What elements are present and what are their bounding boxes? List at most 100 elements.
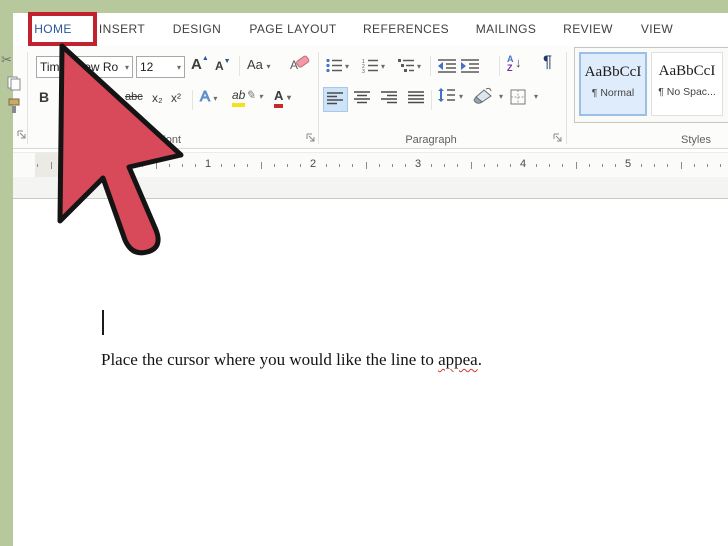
misspelled-word: appea xyxy=(438,350,478,369)
clipboard-dialog-launcher-icon[interactable] xyxy=(17,130,26,139)
chevron-down-icon[interactable]: ▾ xyxy=(417,62,421,71)
text-highlight-button[interactable]: ab✎ ▾ xyxy=(232,88,263,107)
chevron-down-icon[interactable]: ▾ xyxy=(177,63,181,72)
borders-icon[interactable] xyxy=(510,89,526,105)
divider xyxy=(430,56,431,76)
document-text[interactable]: Place the cursor where you would like th… xyxy=(101,350,482,370)
ruler-tick xyxy=(457,164,459,167)
ruler-tick xyxy=(431,164,433,167)
ruler-ticks: 1 2 3 4 5 xyxy=(13,153,728,177)
numbered-list-icon[interactable]: 123 xyxy=(362,58,379,73)
tab-view[interactable]: VIEW xyxy=(641,22,673,36)
ruler-tick xyxy=(76,164,78,167)
multilevel-list-icon[interactable] xyxy=(398,58,415,73)
ruler-tick xyxy=(549,164,551,167)
ruler-tick xyxy=(706,164,708,167)
pilcrow-button[interactable]: ¶ xyxy=(543,52,552,72)
shading-bucket-icon[interactable] xyxy=(472,87,496,105)
style-name-label: ¶ No Spac... xyxy=(658,86,716,98)
superscript-button[interactable]: x² xyxy=(171,91,181,105)
horizontal-ruler[interactable]: 1 2 3 4 5 xyxy=(13,152,728,178)
ruler-inch-number: 4 xyxy=(519,158,527,170)
ribbon-tab-bar: HOME INSERT DESIGN PAGE LAYOUT REFERENCE… xyxy=(13,13,728,47)
ruler-tick xyxy=(37,164,39,167)
ruler-tick xyxy=(234,164,236,167)
style-normal[interactable]: AaBbCcI ¶ Normal xyxy=(579,52,647,116)
format-painter-icon[interactable] xyxy=(7,98,21,114)
ruler-tick xyxy=(693,164,695,167)
ruler-tick xyxy=(667,164,669,167)
document-page[interactable] xyxy=(13,199,728,546)
chevron-down-icon[interactable]: ▾ xyxy=(499,92,503,101)
styles-group-label: Styles xyxy=(681,134,711,146)
shrink-font-button[interactable]: A▼ xyxy=(215,58,231,73)
ruler-tick xyxy=(365,162,367,169)
subscript-button[interactable]: x₂ xyxy=(152,91,163,105)
sort-button[interactable]: A Z ↓ xyxy=(507,54,529,76)
ruler-tick xyxy=(404,164,406,167)
style-name-label: ¶ Normal xyxy=(591,87,635,99)
bullet-list-icon[interactable] xyxy=(326,58,343,73)
ruler-tick xyxy=(116,164,118,167)
decrease-indent-icon[interactable] xyxy=(438,58,456,73)
document-gap-band xyxy=(13,177,728,199)
font-group-label: Font xyxy=(158,134,182,146)
ruler-tick xyxy=(496,164,498,167)
font-color-button[interactable]: A ▾ xyxy=(274,88,291,108)
tab-mailings[interactable]: MAILINGS xyxy=(476,22,537,36)
tab-references[interactable]: REFERENCES xyxy=(363,22,449,36)
ruler-tick xyxy=(103,162,104,169)
ruler-tick xyxy=(247,164,249,167)
ruler-tick xyxy=(168,164,170,167)
font-size-value: 12 xyxy=(140,60,154,74)
ruler-tick xyxy=(654,164,656,167)
chevron-down-icon[interactable]: ▾ xyxy=(345,62,349,71)
clear-formatting-icon[interactable]: A xyxy=(289,54,311,74)
ribbon: ✂ Times New Ro ▾ 12 ▾ A▲ A▼ Aa ▾ A B abc xyxy=(1,46,728,149)
divider xyxy=(431,90,432,110)
ruler-tick xyxy=(641,164,643,167)
align-right-icon[interactable] xyxy=(381,91,397,105)
cut-icon[interactable]: ✂ xyxy=(1,52,25,68)
ruler-tick xyxy=(89,164,91,167)
ruler-tick xyxy=(181,164,183,167)
group-divider xyxy=(27,52,28,144)
grow-font-button[interactable]: A▲ xyxy=(191,55,209,73)
change-case-button[interactable]: Aa ▾ xyxy=(247,57,271,72)
ruler-inch-number: 5 xyxy=(624,158,632,170)
chevron-down-icon[interactable]: ▾ xyxy=(459,92,463,101)
tab-review[interactable]: REVIEW xyxy=(563,22,613,36)
group-divider xyxy=(318,52,319,144)
document-text-before: Place the cursor where you would like th… xyxy=(101,350,439,369)
ruler-tick xyxy=(299,164,301,167)
ruler-tick xyxy=(155,162,157,169)
tab-design[interactable]: DESIGN xyxy=(173,22,221,36)
ruler-tick xyxy=(601,164,603,167)
ruler-tick xyxy=(719,164,721,167)
strikethrough-button[interactable]: abc xyxy=(125,91,143,103)
justify-icon[interactable] xyxy=(408,91,424,105)
font-size-combobox[interactable]: 12 ▾ xyxy=(136,56,185,78)
home-tab-highlight-box xyxy=(28,12,97,46)
font-name-combobox[interactable]: Times New Ro ▾ xyxy=(36,56,133,78)
ruler-tick xyxy=(444,164,446,167)
font-dialog-launcher-icon[interactable] xyxy=(306,133,315,142)
chevron-down-icon[interactable]: ▾ xyxy=(381,62,385,71)
align-center-icon[interactable] xyxy=(354,91,370,105)
ruler-tick xyxy=(194,164,196,167)
bold-button[interactable]: B xyxy=(39,89,49,105)
style-no-spacing[interactable]: AaBbCcI ¶ No Spac... xyxy=(651,52,723,116)
copy-icon[interactable] xyxy=(7,76,21,91)
tab-page-layout[interactable]: PAGE LAYOUT xyxy=(249,22,336,36)
line-spacing-button[interactable] xyxy=(438,88,455,103)
tab-insert[interactable]: INSERT xyxy=(99,22,145,36)
chevron-down-icon[interactable]: ▾ xyxy=(125,63,129,72)
chevron-down-icon[interactable]: ▾ xyxy=(534,92,538,101)
increase-indent-icon[interactable] xyxy=(461,58,479,73)
align-left-button[interactable] xyxy=(323,87,348,112)
paragraph-dialog-launcher-icon[interactable] xyxy=(553,133,562,142)
ruler-tick xyxy=(680,162,682,169)
ruler-tick xyxy=(536,164,538,167)
text-effects-button[interactable]: A ▾ xyxy=(199,88,217,106)
ruler-tick xyxy=(352,164,354,167)
